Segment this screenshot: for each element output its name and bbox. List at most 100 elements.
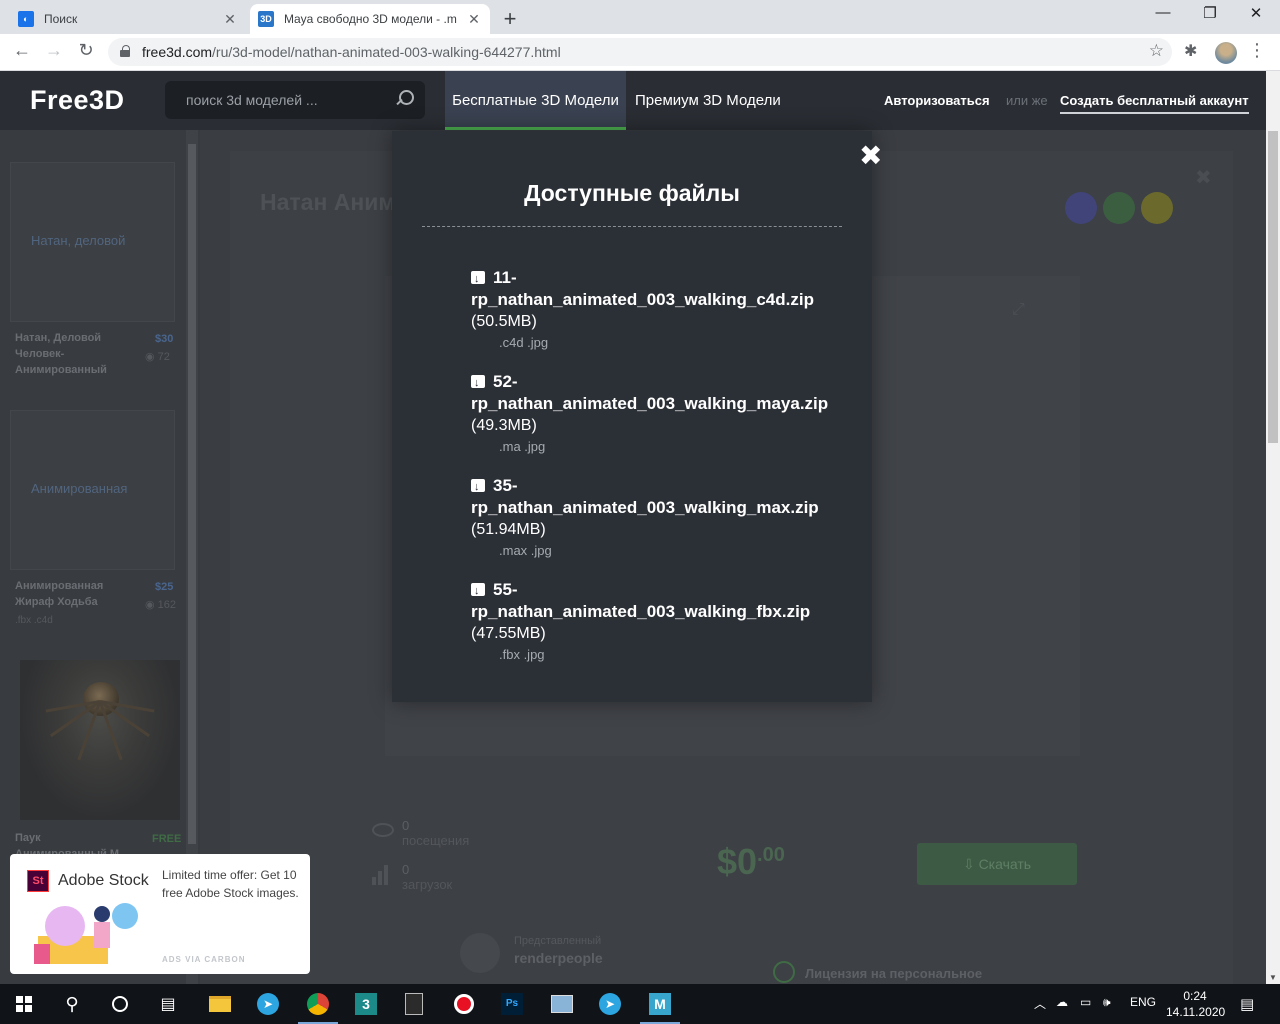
model-card-price: FREE (152, 833, 182, 845)
share-circle-icon[interactable] (1065, 192, 1097, 224)
tab-close-icon[interactable]: ✕ (222, 11, 238, 28)
tab-title: Поиск (44, 12, 78, 26)
browser-tabbar: ◐ Поиск ✕ 3D Maya свободно 3D модели - .… (0, 0, 1280, 34)
tab-free3d[interactable]: 3D Maya свободно 3D модели - .m ✕ (250, 4, 490, 34)
url-field[interactable]: free3d.com/ru/3d-model/nathan-animated-0… (108, 38, 1172, 66)
download-button[interactable]: ⇩ Скачать (917, 843, 1077, 885)
notifications-icon[interactable]: ▤ (1240, 995, 1254, 1013)
back-arrow-icon[interactable]: ← (10, 40, 34, 61)
model-card-thumbnail[interactable]: Анимированная (10, 410, 175, 570)
site-search-input[interactable]: поиск 3d моделей ... (165, 81, 425, 119)
file-name-prefix: 55- (493, 580, 518, 599)
file-name-prefix: 11- (493, 268, 517, 287)
onedrive-cloud-icon[interactable]: ☁ (1056, 995, 1068, 1009)
reload-icon[interactable]: ↻ (74, 40, 98, 61)
maya-icon[interactable]: M (636, 984, 684, 1024)
login-link[interactable]: Авторизоваться (884, 93, 990, 108)
search-favicon-icon: ◐ (18, 11, 34, 27)
search-icon[interactable] (395, 90, 414, 108)
restore-icon[interactable]: ❐ (1187, 4, 1233, 22)
file-download-item[interactable]: 52- rp_nathan_animated_003_walking_maya.… (471, 371, 841, 457)
ad-via-label[interactable]: ADS VIA CARBON (162, 955, 245, 964)
file-download-item[interactable]: 35- rp_nathan_animated_003_walking_max.z… (471, 475, 841, 561)
file-name-prefix: 52- (493, 372, 518, 391)
author-label: Представленный (514, 935, 602, 947)
file-name[interactable]: rp_nathan_animated_003_walking_fbx.zip (471, 601, 841, 623)
author-avatar[interactable] (460, 933, 500, 973)
ad-brand: Adobe Stock (58, 872, 149, 889)
search-icon[interactable]: ⚲ (48, 984, 96, 1024)
file-name[interactable]: rp_nathan_animated_003_walking_maya.zip (471, 393, 841, 415)
spider-model-thumbnail[interactable] (20, 660, 180, 820)
image-viewer-icon[interactable] (538, 984, 586, 1024)
bookmark-star-icon[interactable]: ☆ (1149, 41, 1164, 61)
scrollbar-thumb[interactable] (1268, 131, 1278, 443)
page-scrollbar[interactable]: ▼ (1266, 71, 1280, 984)
model-card-thumbnail[interactable]: Натан, деловой (10, 162, 175, 322)
share-circle-icon[interactable] (1103, 192, 1135, 224)
calculator-icon[interactable] (390, 984, 438, 1024)
close-window-icon[interactable]: ✕ (1233, 4, 1279, 22)
file-explorer-icon[interactable] (196, 984, 244, 1024)
scrollbar-thumb[interactable] (188, 144, 196, 844)
file-download-item[interactable]: 55- rp_nathan_animated_003_walking_fbx.z… (471, 579, 841, 665)
3ds-max-icon[interactable]: 3 (342, 984, 390, 1024)
file-formats: .ma .jpg (499, 439, 546, 454)
model-card-name[interactable]: Натан, Деловой Человек-Анимированный (15, 330, 125, 378)
windows-taskbar: ⚲ ▤ ➤ 3 Ps ➤ M ︿ ☁ ▭ 🕪 ENG 0:24 14.11.20… (0, 984, 1280, 1024)
card-close-icon[interactable]: ✖ (1195, 165, 1212, 190)
or-text: или же (1006, 93, 1048, 108)
model-card-views: 72 (157, 351, 170, 363)
telegram-icon[interactable]: ➤ (586, 984, 634, 1024)
signup-link[interactable]: Создать бесплатный аккаунт (1060, 93, 1249, 114)
new-tab-icon[interactable]: + (498, 6, 522, 32)
file-name[interactable]: rp_nathan_animated_003_walking_max.zip (471, 497, 841, 519)
tray-chevron-icon[interactable]: ︿ (1034, 995, 1046, 1012)
modal-close-icon[interactable]: ✖ (859, 142, 882, 170)
author-name[interactable]: renderpeople (514, 950, 603, 966)
windows-start-icon[interactable] (0, 984, 48, 1024)
nav-premium-models[interactable]: Премиум 3D Модели (635, 71, 781, 130)
system-clock[interactable]: 0:24 14.11.2020 (1166, 988, 1226, 1020)
image-alt-text: Натан, деловой (31, 233, 126, 248)
modal-title: Доступные файлы (524, 180, 740, 206)
telegram-icon[interactable]: ➤ (244, 984, 292, 1024)
download-icon (471, 580, 485, 602)
site-header: Free3D поиск 3d моделей ... Бесплатные 3… (0, 71, 1266, 130)
chrome-icon[interactable] (294, 984, 342, 1024)
forward-arrow-icon[interactable]: → (42, 40, 66, 61)
3d-favicon-icon: 3D (258, 11, 274, 27)
views-label: посещения (402, 833, 470, 848)
photoshop-icon[interactable]: Ps (488, 984, 536, 1024)
record-icon[interactable] (440, 984, 488, 1024)
model-card-name[interactable]: Анимированная Жираф Ходьба (15, 578, 125, 610)
file-name[interactable]: rp_nathan_animated_003_walking_c4d.zip (471, 289, 841, 311)
license-text[interactable]: Лицензия на персональное (805, 966, 982, 981)
extensions-puzzle-icon[interactable]: ✱ (1184, 41, 1197, 61)
tab-close-icon[interactable]: ✕ (466, 11, 482, 28)
downloads-chart-icon (372, 865, 392, 885)
network-icon[interactable]: ▭ (1080, 995, 1091, 1009)
tab-search[interactable]: ◐ Поиск ✕ (10, 4, 246, 34)
task-view-icon[interactable]: ▤ (144, 984, 192, 1024)
browser-menu-icon[interactable]: ⋮ (1248, 40, 1266, 61)
eye-icon: ◉ (145, 599, 158, 611)
model-card-price: $30 (155, 333, 174, 345)
scroll-down-icon[interactable]: ▼ (1269, 973, 1277, 982)
file-download-item[interactable]: 11- rp_nathan_animated_003_walking_c4d.z… (471, 267, 841, 353)
lock-icon (120, 45, 130, 57)
site-logo[interactable]: Free3D (30, 85, 125, 116)
address-bar-row: ← → ↻ free3d.com/ru/3d-model/nathan-anim… (0, 34, 1280, 71)
profile-avatar[interactable] (1215, 42, 1237, 64)
volume-icon[interactable]: 🕪 (1103, 995, 1111, 1010)
expand-icon[interactable]: ⤢ (1012, 301, 1025, 319)
share-circle-icon[interactable] (1141, 192, 1173, 224)
clock-date: 14.11.2020 (1166, 1005, 1226, 1019)
nav-free-models[interactable]: Бесплатные 3D Модели (445, 71, 626, 130)
cortana-icon[interactable] (96, 984, 144, 1024)
language-indicator[interactable]: ENG (1130, 995, 1156, 1009)
ad-offer-text: Limited time offer: Get 10 free Adobe St… (162, 868, 299, 900)
carbon-ad[interactable]: St Adobe Stock Limited time offer: Get 1… (10, 854, 310, 974)
file-formats: .c4d .jpg (499, 335, 549, 350)
minimize-icon[interactable]: — (1140, 4, 1186, 21)
